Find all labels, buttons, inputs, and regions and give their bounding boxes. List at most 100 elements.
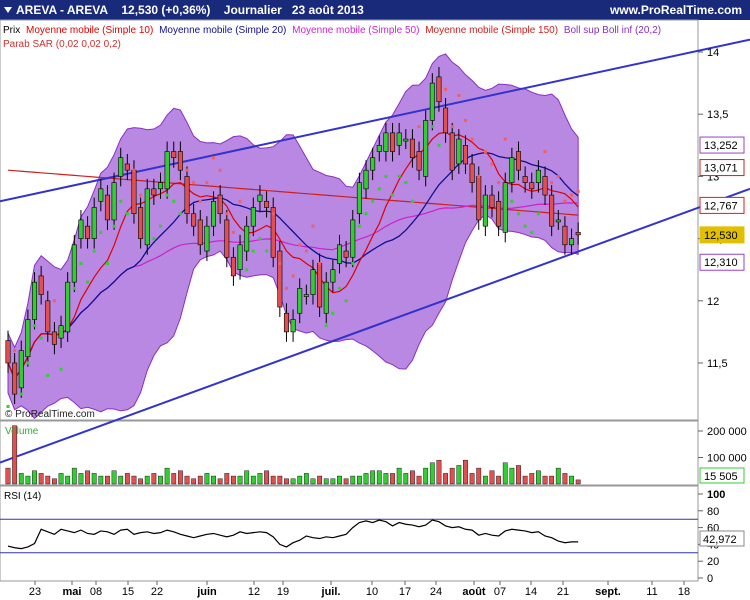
volume-bar <box>549 475 555 485</box>
sar-dot <box>344 299 348 303</box>
xtick-label: août <box>462 586 486 598</box>
volume-panel[interactable] <box>0 420 699 486</box>
volume-bar <box>151 473 157 485</box>
sar-dot <box>563 199 567 203</box>
candle-body <box>277 250 283 308</box>
candle-body <box>211 200 217 227</box>
price-ytick-label: 14 <box>707 47 719 59</box>
sar-dot <box>86 280 90 284</box>
rsi-panel[interactable] <box>0 485 699 582</box>
candle-body <box>257 194 263 202</box>
candle-body <box>356 182 362 215</box>
sar-dot <box>331 311 335 315</box>
legend-mm150: Moyenne mobile (Simple 150) <box>425 25 558 36</box>
volume-title: Volume <box>5 426 39 437</box>
candle-body <box>5 340 11 364</box>
candle-body <box>118 157 124 177</box>
xtick-label: 19 <box>277 586 289 598</box>
volume-bar <box>45 475 51 485</box>
volume-bar <box>509 467 515 485</box>
candle-body <box>462 145 468 165</box>
volume-bar <box>144 475 150 485</box>
candle-body <box>555 219 561 223</box>
xtick-label: 15 <box>122 586 134 598</box>
volume-bar <box>423 467 429 485</box>
sar-dot <box>205 181 209 185</box>
volume-bar <box>184 475 190 485</box>
volume-bar <box>224 473 230 485</box>
volume-bar <box>32 470 37 485</box>
volume-ytick-label: 200 000 <box>707 426 747 438</box>
volume-bar <box>25 475 31 485</box>
volume-ytick-label: 100 000 <box>707 453 747 465</box>
candle-body <box>151 188 157 196</box>
volume-bar <box>310 478 316 485</box>
candle-body <box>310 269 316 295</box>
xtick-label: juin <box>196 586 217 598</box>
sar-dot <box>477 174 481 178</box>
sar-dot <box>543 150 547 154</box>
candle-body <box>71 244 77 283</box>
candle-body <box>423 120 429 177</box>
volume-bar <box>343 478 349 485</box>
candle-body <box>575 232 581 236</box>
candle-body <box>303 294 309 297</box>
volume-bar <box>158 475 163 485</box>
candle-body <box>522 176 528 183</box>
legend-mm50: Moyenne mobile (Simple 50) <box>292 25 419 36</box>
sar-dot <box>39 336 43 340</box>
volume-bar <box>191 478 197 485</box>
sar-dot <box>410 199 414 203</box>
volume-bar <box>85 470 90 485</box>
sar-dot <box>238 199 242 203</box>
sar-dot <box>251 249 255 253</box>
candle-body <box>237 244 243 271</box>
candle-body <box>456 138 462 165</box>
volume-bar <box>562 473 568 485</box>
sar-dot <box>92 249 96 253</box>
sar-dot <box>212 156 216 160</box>
price-label: 13,071 <box>704 163 738 175</box>
sar-dot <box>490 162 494 166</box>
candle-body <box>51 331 57 345</box>
sar-dot <box>424 162 428 166</box>
volume-bar <box>555 467 561 485</box>
sar-dot <box>497 181 501 185</box>
price-ytick-label: 11,5 <box>707 358 728 370</box>
sar-dot <box>338 286 341 290</box>
candle-body <box>476 176 482 221</box>
candle-body <box>197 219 203 246</box>
volume-bar <box>250 475 256 485</box>
volume-bar <box>78 473 84 485</box>
sar-dot <box>66 324 70 328</box>
volume-bar <box>542 475 548 485</box>
candle-body <box>32 281 38 320</box>
candle-body <box>489 194 495 208</box>
sar-dot <box>377 187 381 191</box>
legend-sar: Parab SAR (0,02 0,02 0,2) <box>3 39 121 50</box>
volume-bar <box>456 465 462 485</box>
sar-dot <box>457 94 461 98</box>
candle-body <box>38 275 44 295</box>
volume-bar <box>370 470 376 485</box>
legend-prix: Prix <box>3 25 20 36</box>
sar-dot <box>437 143 441 147</box>
candle-body <box>283 312 289 333</box>
candle-body <box>204 225 210 252</box>
candle-body <box>131 169 137 215</box>
volume-bar <box>469 473 475 485</box>
volume-bar <box>231 475 236 485</box>
volume-bar <box>177 470 183 485</box>
volume-bar <box>98 475 104 485</box>
volume-bar <box>522 475 528 485</box>
volume-bar <box>58 473 64 485</box>
xtick-label: 23 <box>29 586 41 598</box>
candle-body <box>78 219 84 239</box>
xtick-label: mai <box>63 586 82 598</box>
volume-bar <box>284 478 289 485</box>
sar-dot <box>46 373 50 377</box>
candle-body <box>184 176 190 215</box>
candle-body <box>429 82 435 121</box>
volume-bar <box>18 473 24 485</box>
volume-bar <box>237 475 243 485</box>
